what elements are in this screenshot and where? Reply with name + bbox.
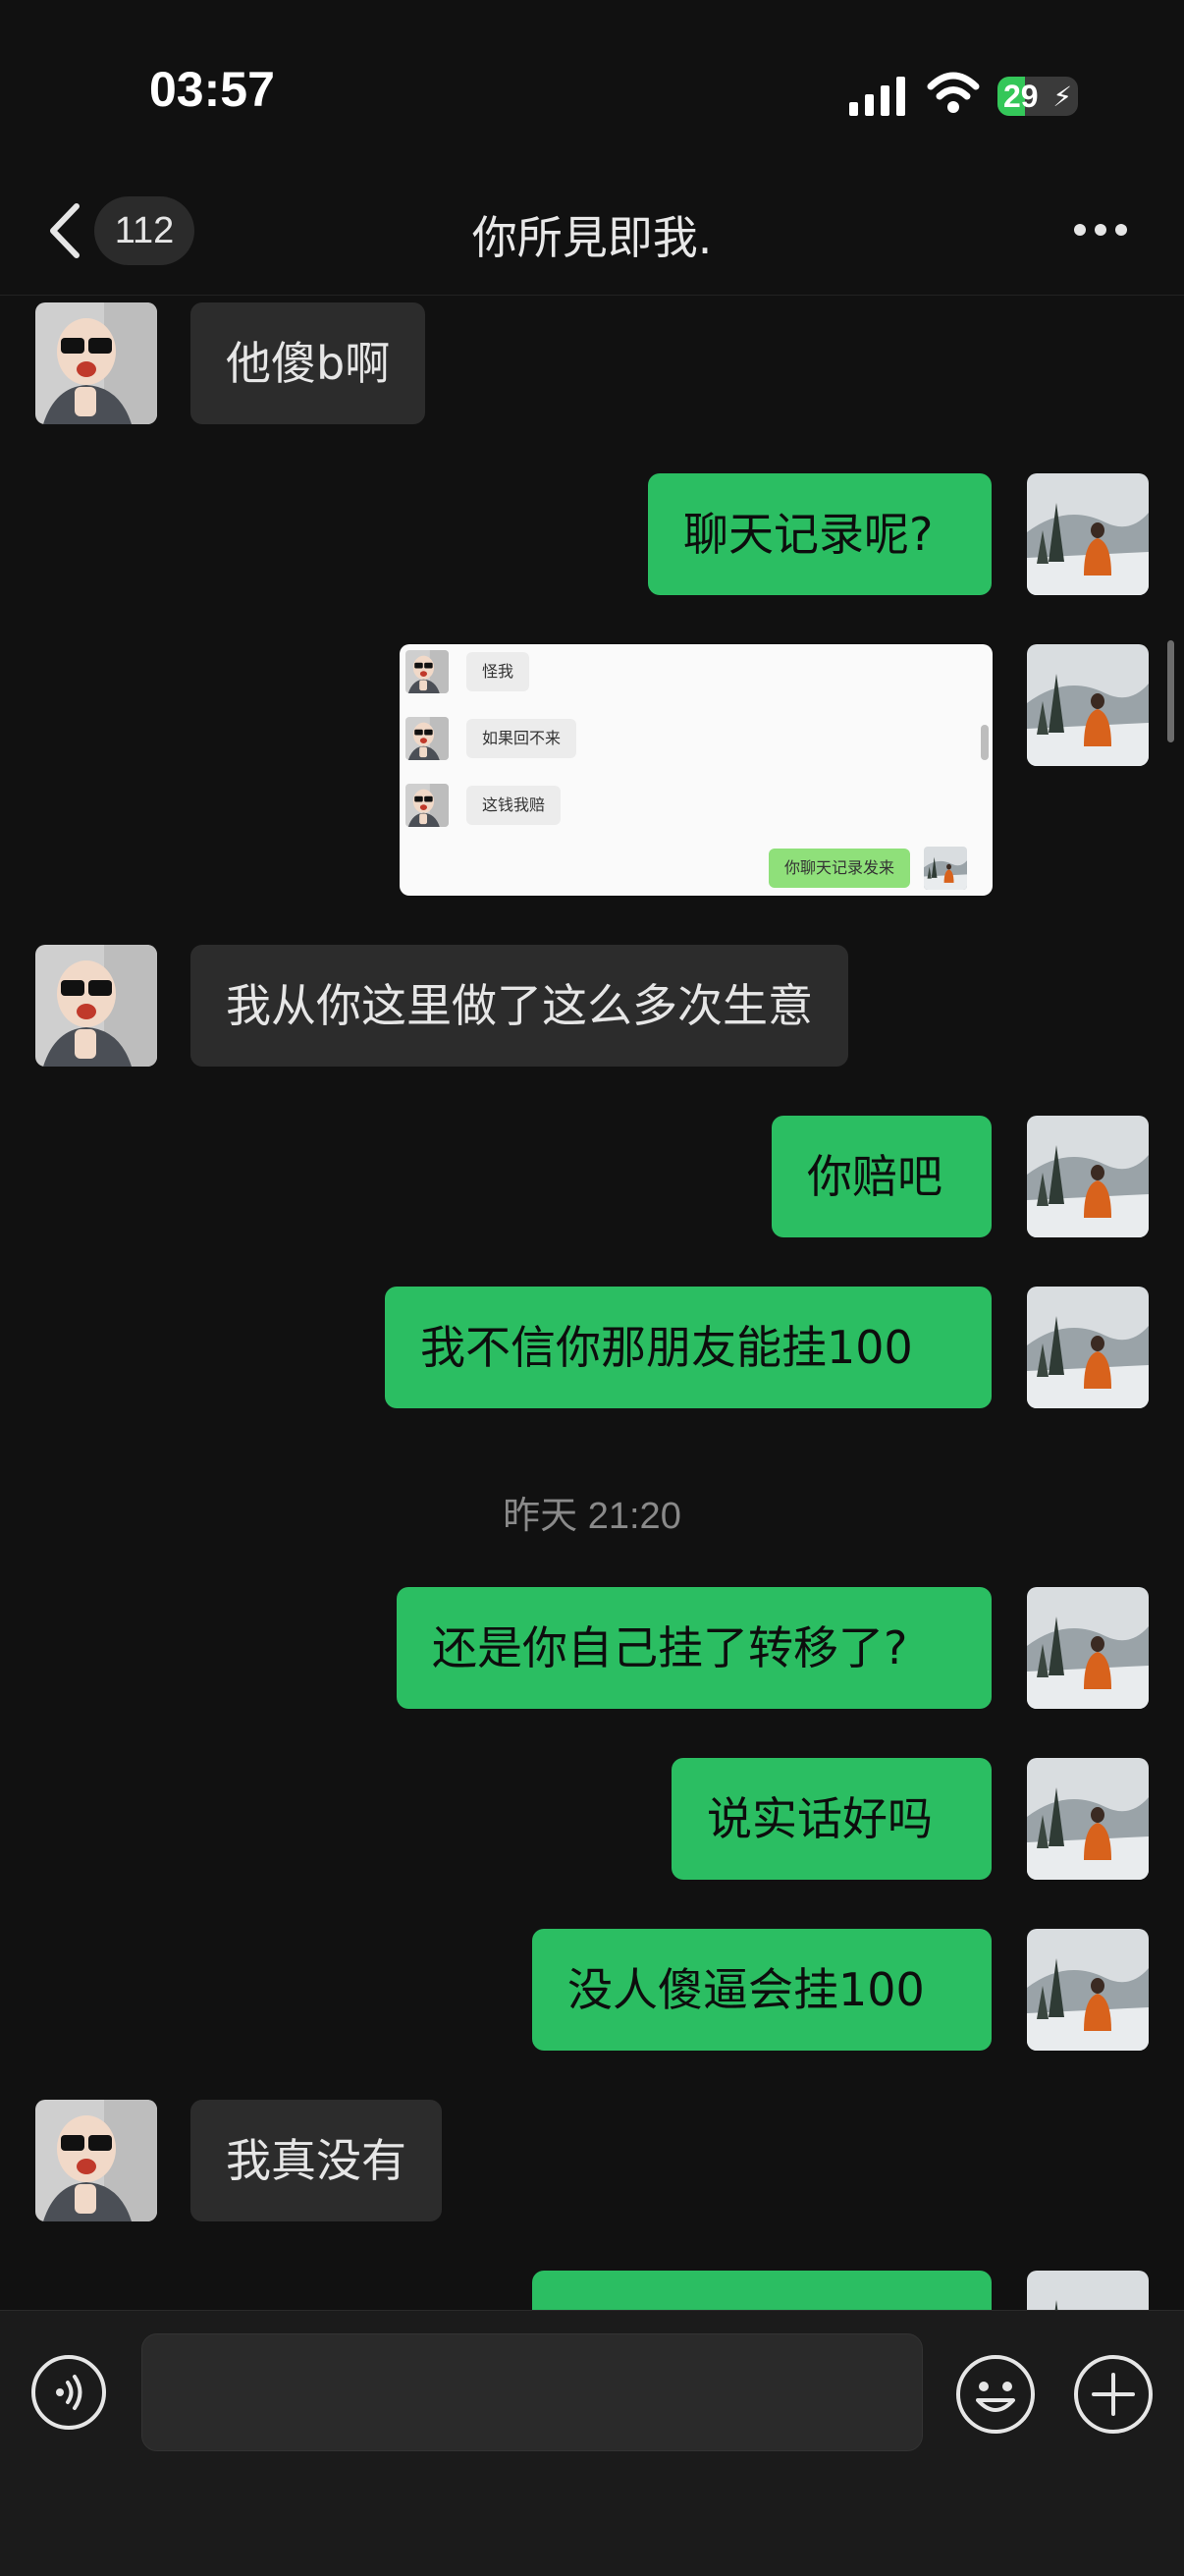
- mini-contact-avatar: [405, 784, 449, 827]
- contact-avatar[interactable]: [35, 945, 157, 1067]
- more-icon[interactable]: [1072, 222, 1129, 238]
- message-bubble-incoming[interactable]: 我真没有: [190, 2100, 442, 2221]
- message-bubble-outgoing[interactable]: 没人傻逼会挂100: [532, 1929, 992, 2051]
- signal-icon: [849, 77, 905, 116]
- message-input[interactable]: [141, 2333, 923, 2451]
- my-avatar-partial: [1027, 2271, 1149, 2310]
- message-bubble-incoming[interactable]: 我从你这里做了这么多次生意: [190, 945, 848, 1067]
- message-bubble-incoming[interactable]: 他傻b啊: [190, 302, 426, 424]
- message-bubble-outgoing[interactable]: 说实话好吗: [672, 1758, 992, 1880]
- mini-message: 这钱我赔: [466, 786, 562, 825]
- contact-avatar[interactable]: [35, 2100, 157, 2221]
- mini-contact-avatar: [405, 717, 449, 760]
- mini-message-outgoing: 你聊天记录发来: [768, 849, 910, 888]
- message-timestamp: 昨天 21:20: [503, 1496, 681, 1537]
- my-avatar[interactable]: [1027, 1758, 1149, 1880]
- my-avatar[interactable]: [1027, 1287, 1149, 1408]
- wifi-icon: [927, 72, 980, 113]
- scrollbar[interactable]: [1167, 640, 1174, 742]
- my-avatar[interactable]: [1027, 473, 1149, 595]
- mini-message: 怪我: [466, 652, 530, 691]
- emoji-icon[interactable]: [954, 2353, 1037, 2436]
- battery-level: 29: [1003, 79, 1039, 114]
- my-avatar[interactable]: [1027, 1116, 1149, 1237]
- my-avatar[interactable]: [1027, 1587, 1149, 1709]
- message-bubble-outgoing[interactable]: 聊天记录呢?: [648, 473, 992, 595]
- message-bubble-outgoing-partial[interactable]: [532, 2271, 992, 2310]
- status-time: 03:57: [149, 62, 275, 117]
- my-avatar[interactable]: [1027, 1929, 1149, 2051]
- mini-message: 如果回不来: [466, 719, 577, 758]
- screenshot-image-message[interactable]: 怪我 如果回不来 这钱我赔 你聊天记录发来: [400, 644, 993, 896]
- voice-icon[interactable]: [29, 2353, 108, 2432]
- mini-contact-avatar: [405, 650, 449, 693]
- message-bubble-outgoing[interactable]: 你赔吧: [772, 1116, 992, 1237]
- message-bubble-outgoing[interactable]: 还是你自己挂了转移了?: [397, 1587, 992, 1709]
- chat-title: 你所見即我.: [471, 211, 713, 264]
- plus-icon[interactable]: [1072, 2353, 1155, 2436]
- mini-my-avatar: [924, 847, 967, 890]
- contact-avatar[interactable]: [35, 302, 157, 424]
- mini-scrollbar: [981, 725, 989, 760]
- battery-icon: 29 ⚡: [997, 77, 1078, 116]
- my-avatar[interactable]: [1027, 644, 1149, 766]
- message-bubble-outgoing[interactable]: 我不信你那朋友能挂100: [385, 1287, 992, 1408]
